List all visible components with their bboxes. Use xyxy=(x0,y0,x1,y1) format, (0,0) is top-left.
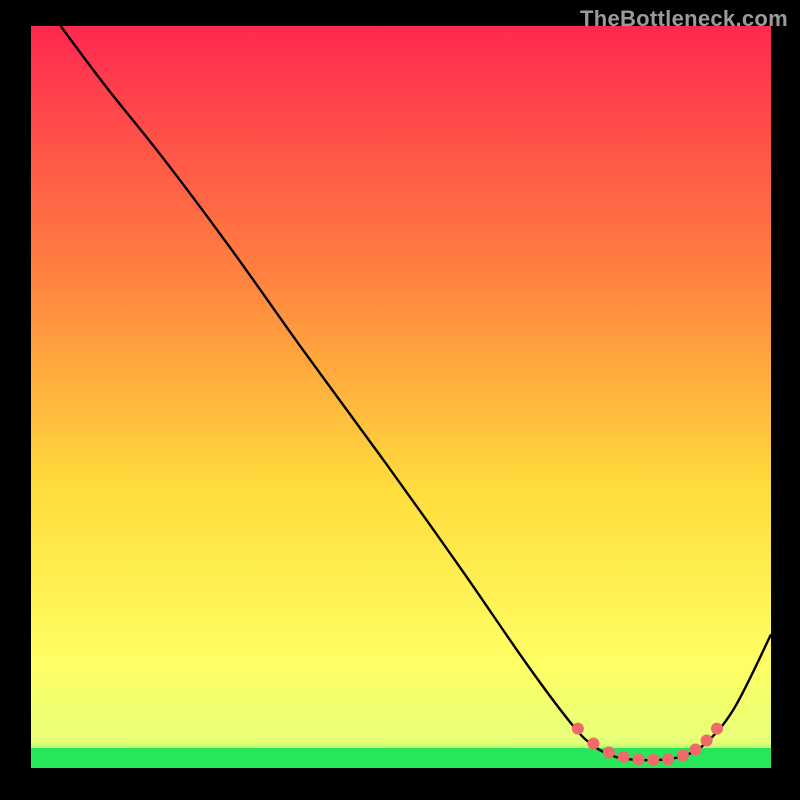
plot-green-band xyxy=(31,748,771,768)
highlight-dot xyxy=(701,735,713,747)
chart-stage: TheBottleneck.com xyxy=(0,0,800,800)
highlight-dot xyxy=(677,749,689,761)
watermark-text: TheBottleneck.com xyxy=(580,6,788,32)
highlight-dot xyxy=(587,738,599,750)
highlight-dot xyxy=(662,753,674,765)
highlight-dot xyxy=(647,754,659,766)
plot-background xyxy=(31,26,771,768)
bottleneck-chart xyxy=(0,0,800,800)
highlight-dot xyxy=(690,743,702,755)
highlight-dot xyxy=(711,723,723,735)
highlight-dot xyxy=(603,746,615,758)
highlight-dot xyxy=(633,753,645,765)
highlight-dot xyxy=(618,751,630,763)
highlight-dot xyxy=(572,723,584,735)
